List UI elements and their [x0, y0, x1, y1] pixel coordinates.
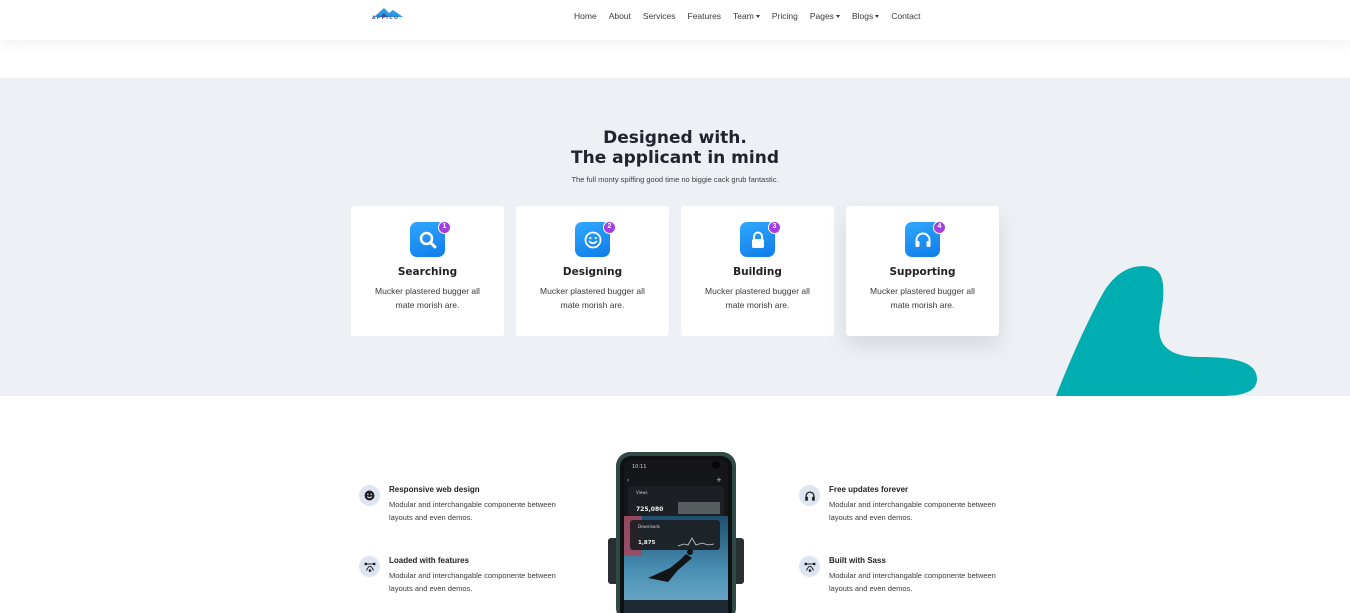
smiley-icon [364, 490, 375, 501]
lock-icon [751, 231, 764, 248]
card-title: Searching [397, 266, 458, 278]
nav-about[interactable]: About [609, 11, 631, 21]
smiley-icon [584, 231, 601, 248]
feature-icon-circle [359, 556, 380, 577]
section-heading-line2: The applicant in mind [571, 148, 779, 168]
nav-contact-label: Contact [891, 11, 921, 21]
headphones-icon [915, 232, 930, 247]
card-title: Building [733, 266, 782, 278]
main-nav: Home About Services Features Team Pricin… [574, 0, 933, 32]
nav-home-label: Home [574, 11, 597, 21]
card-description: Mucker plastered bugger all mate morish … [705, 286, 810, 310]
caret-down-icon [755, 14, 760, 18]
feature-description: Modular and interchangable componente be… [389, 500, 556, 522]
card-searching: 1 Searching Mucker plastered bugger all … [351, 206, 504, 336]
card-title: Supporting [889, 266, 956, 278]
feature-title: Responsive web design [389, 485, 480, 494]
process-section [0, 78, 1350, 396]
card-building: 3 Building Mucker plastered bugger all m… [681, 206, 834, 336]
phone-views-value: 725,080 [636, 506, 663, 513]
phone-status-time: 10:11 [632, 464, 646, 470]
phone-mockup: 10:11 ‹ + Views 725,080 Downloads 1,875 [608, 450, 744, 613]
search-icon [419, 231, 436, 248]
nav-team[interactable]: Team [733, 11, 760, 21]
phone-views-label: Views [636, 490, 648, 495]
section-heading-line1: Designed with. [603, 128, 747, 148]
feature-title: Built with Sass [829, 556, 886, 565]
brand-logo-text: APPICO [372, 16, 400, 21]
feature-title: Loaded with features [389, 556, 470, 565]
vector-icon [364, 562, 375, 572]
section-heading: Designed with. The applicant in mind [0, 128, 1350, 168]
headphones-icon [804, 490, 815, 501]
nav-contact[interactable]: Contact [891, 11, 920, 21]
step-badge: 4 [933, 221, 946, 234]
card-description: Mucker plastered bugger all mate morish … [870, 286, 975, 310]
nav-about-label: About [608, 11, 631, 21]
nav-pages-label: Pages [809, 11, 834, 21]
feature-icon-circle [799, 485, 820, 506]
caret-down-icon [835, 14, 840, 18]
nav-features-label: Features [687, 11, 722, 21]
step-badge: 3 [768, 221, 781, 234]
feature-icon-circle [799, 556, 820, 577]
nav-services[interactable]: Services [643, 11, 676, 21]
nav-blogs[interactable]: Blogs [851, 11, 880, 21]
nav-services-label: Services [642, 11, 676, 21]
card-description: Mucker plastered bugger all mate morish … [375, 286, 480, 310]
card-description: Mucker plastered bugger all mate morish … [540, 286, 645, 310]
nav-home[interactable]: Home [574, 11, 597, 21]
svg-text:‹: ‹ [627, 477, 629, 484]
nav-blogs-label: Blogs [851, 11, 874, 21]
nav-pages[interactable]: Pages [810, 11, 840, 21]
phone-downloads-label: Downloads [638, 524, 660, 529]
section-subheading: The full monty spiffing good time no big… [571, 175, 779, 184]
card-supporting: 4 Supporting Mucker plastered bugger all… [846, 206, 999, 336]
svg-text:+: + [716, 476, 722, 484]
nav-features[interactable]: Features [688, 11, 722, 21]
feature-description: Modular and interchangable componente be… [829, 571, 996, 593]
step-badge: 1 [438, 221, 451, 234]
card-title: Designing [562, 266, 623, 278]
step-badge: 2 [603, 221, 616, 234]
decorative-blob [1056, 266, 1258, 396]
navbar: APPICO Home About Services Features Team… [0, 0, 1350, 40]
feature-description: Modular and interchangable componente be… [389, 571, 556, 593]
feature-description: Modular and interchangable componente be… [829, 500, 996, 522]
feature-icon-circle [359, 485, 380, 506]
vector-icon [804, 562, 815, 572]
nav-pricing[interactable]: Pricing [772, 11, 798, 21]
phone-downloads-value: 1,875 [638, 540, 656, 546]
card-designing: 2 Designing Mucker plastered bugger all … [516, 206, 669, 336]
nav-pricing-label: Pricing [771, 11, 798, 21]
phone-mockup-graphic: 10:11 ‹ + Views 725,080 Downloads 1,875 [608, 452, 744, 613]
brand-logo[interactable] [371, 6, 407, 24]
nav-team-label: Team [733, 11, 754, 21]
caret-down-icon [875, 14, 880, 18]
feature-title: Free updates forever [829, 485, 909, 494]
